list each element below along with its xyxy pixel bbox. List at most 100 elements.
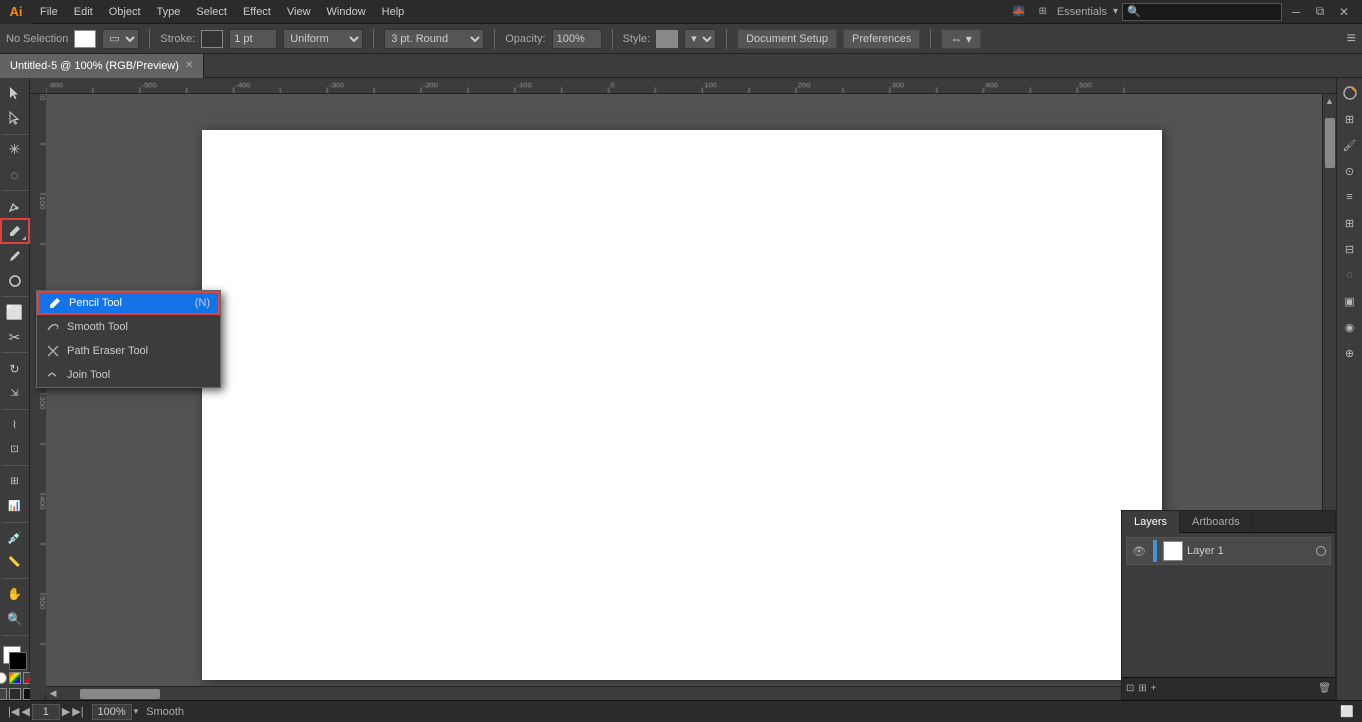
menu-object[interactable]: Object [101, 0, 149, 24]
status-bar: |◀ ◀ ▶ ▶| ▾ Smooth ⬜ [0, 700, 1362, 722]
color-none-btn[interactable] [0, 672, 7, 684]
layer-target-btn[interactable] [1316, 546, 1326, 556]
menu-help[interactable]: Help [374, 0, 413, 24]
preferences-button[interactable]: Preferences [843, 29, 920, 49]
stroke-width-input[interactable] [229, 29, 277, 49]
fill-type-select[interactable]: ▭ [102, 29, 139, 49]
zoom-input[interactable] [92, 704, 132, 720]
create-new-sublayer-btn[interactable]: ⊞ [1138, 683, 1146, 694]
opacity-input[interactable] [552, 29, 602, 49]
next-page-btn[interactable]: ▶ [62, 705, 70, 718]
measure-btn[interactable]: 📏 [2, 551, 28, 574]
create-new-layer-btn[interactable]: + [1151, 683, 1157, 694]
menu-edit[interactable]: Edit [66, 0, 101, 24]
layer-thumbnail [1163, 541, 1183, 561]
scissors-btn[interactable]: ✂ [2, 326, 28, 349]
align-panel-btn[interactable]: ≡ [1339, 186, 1361, 208]
last-page-btn[interactable]: ▶| [72, 705, 83, 718]
menu-select[interactable]: Select [188, 0, 235, 24]
style-select[interactable]: ▾ [684, 29, 716, 49]
menu-view[interactable]: View [279, 0, 319, 24]
stroke-swatch[interactable] [201, 30, 223, 48]
page-input[interactable] [32, 704, 60, 720]
search-input[interactable] [1122, 3, 1282, 21]
layer-visibility-btn[interactable]: 👁 [1131, 543, 1147, 559]
make-clipping-mask-btn[interactable]: ⊡ [1126, 683, 1134, 694]
first-page-btn[interactable]: |◀ [8, 705, 19, 718]
tab-close-btn[interactable]: ✕ [185, 60, 193, 71]
minimize-btn[interactable]: ─ [1286, 4, 1306, 20]
path-eraser-menu-item[interactable]: Path Eraser Tool [37, 339, 220, 363]
magic-wand-btn[interactable]: ✳ [2, 138, 28, 161]
artboards-tab[interactable]: Artboards [1180, 511, 1253, 533]
selection-tool-btn[interactable] [2, 82, 28, 105]
zoom-btn[interactable]: 🔍 [2, 608, 28, 631]
join-tool-menu-item[interactable]: Join Tool [37, 363, 220, 387]
restore-btn[interactable]: ⧉ [1310, 4, 1330, 20]
menu-window[interactable]: Window [319, 0, 374, 24]
free-transform-btn[interactable]: ⊡ [2, 439, 28, 462]
pathfinder-panel-btn[interactable]: ⊟ [1339, 238, 1361, 260]
close-btn[interactable]: ✕ [1334, 4, 1354, 20]
bridge-icon[interactable]: 🌉 [1009, 4, 1029, 20]
graphic-styles-btn[interactable]: ⊕ [1339, 342, 1361, 364]
join-tool-label: Join Tool [67, 369, 212, 381]
chart-btn[interactable]: 📊 [2, 495, 28, 518]
stroke-color[interactable] [9, 652, 27, 670]
document-tab[interactable]: Untitled-5 @ 100% (RGB/Preview) ✕ [0, 54, 204, 78]
status-right: ⬜ [1340, 705, 1354, 718]
h-scroll-thumb[interactable] [80, 689, 160, 699]
symbols-panel-btn[interactable]: ⊙ [1339, 160, 1361, 182]
appearance-panel-btn[interactable]: ◉ [1339, 316, 1361, 338]
zoom-dropdown-btn[interactable]: ▾ [134, 706, 139, 717]
pencil-tool-menu-item[interactable]: Pencil Tool (N) [37, 291, 220, 315]
hand-btn[interactable]: ✋ [2, 583, 28, 606]
tool-status: Smooth [146, 706, 184, 718]
layer-name: Layer 1 [1187, 545, 1312, 557]
color-gradient-btn[interactable] [9, 672, 21, 684]
panel-toggle-btn[interactable]: ≡ [1347, 30, 1356, 47]
fullscreen-mode-btn[interactable] [9, 688, 21, 700]
normal-mode-btn[interactable] [0, 688, 7, 700]
stroke-align-select[interactable]: Uniform [283, 29, 363, 49]
fill-swatch[interactable] [74, 30, 96, 48]
pen-tool-btn[interactable] [2, 195, 28, 218]
delete-layer-btn[interactable]: 🗑 [1318, 683, 1331, 694]
warp-btn[interactable]: ⌇ [2, 414, 28, 437]
arrange-btn[interactable]: ⇔ ▾ [941, 29, 980, 49]
scroll-thumb[interactable] [1325, 118, 1335, 168]
swatches-panel-btn[interactable]: ⊞ [1339, 108, 1361, 130]
stroke-panel-btn[interactable]: ◌ [1339, 264, 1361, 286]
menu-effect[interactable]: Effect [235, 0, 279, 24]
direct-selection-tool-btn[interactable] [2, 107, 28, 130]
smooth-tool-icon [45, 319, 61, 335]
scale-btn[interactable]: ⇲ [2, 382, 28, 405]
transform-panel-btn[interactable]: ⊞ [1339, 212, 1361, 234]
prev-page-btn[interactable]: ◀ [21, 705, 29, 718]
scroll-up-btn[interactable]: ▲ [1323, 94, 1337, 108]
document-setup-button[interactable]: Document Setup [737, 29, 837, 49]
style-swatch[interactable] [656, 30, 678, 48]
smooth-tool-menu-item[interactable]: Smooth Tool [37, 315, 220, 339]
layers-tab[interactable]: Layers [1122, 511, 1180, 533]
menu-file[interactable]: File [32, 0, 66, 24]
pencil-tool-btn[interactable] [2, 220, 28, 243]
rotate-btn[interactable]: ↻ [2, 357, 28, 380]
workspace-dropdown-icon[interactable]: ▾ [1113, 6, 1118, 17]
shape-builder-btn[interactable]: ⊞ [2, 470, 28, 493]
brushes-panel-btn[interactable]: 🖌 [1339, 134, 1361, 156]
menu-type[interactable]: Type [149, 0, 189, 24]
brush-tool-btn[interactable] [2, 244, 28, 267]
eyedropper-btn[interactable]: 💉 [2, 527, 28, 550]
eraser-btn[interactable]: ⬜ [2, 301, 28, 324]
layer-row[interactable]: 👁 Layer 1 [1126, 537, 1331, 565]
layers-panel: Layers Artboards 👁 Layer 1 ⊡ ⊞ + 🗑 [1121, 510, 1336, 700]
lasso-btn[interactable]: ◌ [2, 163, 28, 186]
blob-brush-btn[interactable] [2, 269, 28, 292]
brush-select[interactable]: 3 pt. Round [384, 29, 484, 49]
scroll-left-btn[interactable]: ◀ [46, 687, 60, 701]
tab-bar: Untitled-5 @ 100% (RGB/Preview) ✕ [0, 54, 1362, 78]
workspace-icon[interactable]: ⊞ [1033, 4, 1053, 20]
color-panel-btn[interactable] [1339, 82, 1361, 104]
gradient-panel-btn[interactable]: ▣ [1339, 290, 1361, 312]
